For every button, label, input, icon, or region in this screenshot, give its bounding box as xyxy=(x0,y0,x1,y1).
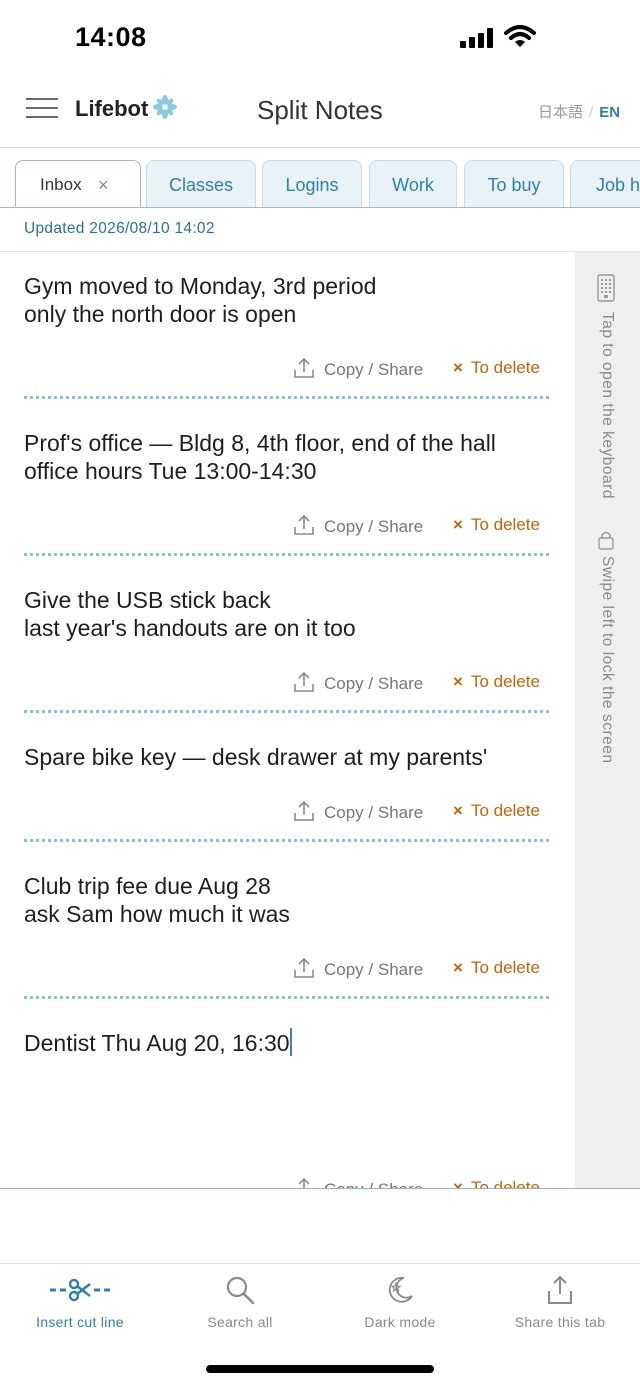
note-actions: Copy / Share ×To delete xyxy=(0,1177,575,1188)
to-delete-button[interactable]: × To delete xyxy=(453,358,540,378)
status-time: 14:08 xyxy=(75,22,147,52)
divider xyxy=(0,1188,640,1189)
cut-line-divider xyxy=(24,996,549,999)
note-text[interactable]: Give the USB stick back last year's hand… xyxy=(24,586,564,642)
note-actions: Copy / Share ×To delete xyxy=(0,357,575,382)
note-actions: Copy / Share ×To delete xyxy=(0,957,575,982)
insert-cut-line-button[interactable]: Insert cut line xyxy=(0,1274,160,1344)
home-indicator xyxy=(206,1365,434,1373)
lang-separator: / xyxy=(589,104,594,121)
to-delete-button[interactable]: × To delete xyxy=(453,672,540,692)
close-tab-icon[interactable]: × xyxy=(98,161,109,207)
share-icon xyxy=(294,357,314,378)
wifi-icon xyxy=(504,25,536,47)
status-bar: 14:08 xyxy=(0,0,640,76)
note-actions: Copy / Share ×To delete xyxy=(0,671,575,696)
page-title: Split Notes xyxy=(257,95,383,125)
tab-label: Inbox xyxy=(40,175,82,194)
to-delete-button[interactable]: × To delete xyxy=(453,958,540,978)
tab-inbox[interactable]: Inbox × xyxy=(15,160,141,207)
note-text[interactable]: Prof's office — Bldg 8, 4th floor, end o… xyxy=(24,429,564,485)
note-actions: Copy / Share ×To delete xyxy=(0,800,575,825)
tab-bar: Inbox × Classes Logins Work To buy Job h xyxy=(0,148,640,208)
cut-line-divider xyxy=(24,839,549,842)
delete-x-icon: × xyxy=(453,958,463,977)
delete-x-icon: × xyxy=(453,1178,463,1188)
tab-job[interactable]: Job h xyxy=(570,160,640,207)
share-icon xyxy=(294,671,314,692)
tab-classes[interactable]: Classes xyxy=(146,160,256,207)
tab-to-buy[interactable]: To buy xyxy=(464,160,564,207)
lock-hint: Swipe left to lock the screen xyxy=(599,556,616,764)
scissors-cut-line-icon xyxy=(50,1278,110,1302)
to-delete-button[interactable]: × To delete xyxy=(453,1178,540,1188)
to-delete-button[interactable]: × To delete xyxy=(453,515,540,535)
flower-logo-icon xyxy=(153,95,177,119)
cellular-signal-icon xyxy=(460,28,493,48)
delete-x-icon: × xyxy=(453,801,463,820)
share-icon xyxy=(294,514,314,535)
language-switcher: 日本語 / EN xyxy=(538,101,620,122)
lang-ja-link[interactable]: 日本語 xyxy=(538,104,583,121)
lock-icon xyxy=(598,531,614,550)
dark-mode-button[interactable]: Dark mode xyxy=(320,1274,480,1344)
to-delete-button[interactable]: × To delete xyxy=(453,801,540,821)
note-text[interactable]: Spare bike key — desk drawer at my paren… xyxy=(24,743,564,771)
tab-work[interactable]: Work xyxy=(369,160,457,207)
keyboard-icon xyxy=(597,274,615,302)
delete-x-icon: × xyxy=(453,358,463,377)
cut-line-divider xyxy=(24,396,549,399)
note-text[interactable]: Dentist Thu Aug 20, 16:30 xyxy=(24,1028,564,1057)
search-all-button[interactable]: Search all xyxy=(160,1274,320,1344)
note-text[interactable]: Club trip fee due Aug 28 ask Sam how muc… xyxy=(24,872,564,928)
delete-x-icon: × xyxy=(453,672,463,691)
cut-line-divider xyxy=(24,553,549,556)
lang-en-link[interactable]: EN xyxy=(599,104,620,121)
delete-x-icon: × xyxy=(453,515,463,534)
share-tab-button[interactable]: Share this tab xyxy=(480,1274,640,1344)
cut-line-divider xyxy=(24,710,549,713)
note-text[interactable]: Gym moved to Monday, 3rd period only the… xyxy=(24,272,564,328)
moon-star-icon xyxy=(388,1276,413,1303)
share-icon xyxy=(298,1177,310,1188)
search-icon xyxy=(226,1276,255,1305)
menu-icon[interactable] xyxy=(26,98,58,120)
keyboard-hint: Tap to open the keyboard xyxy=(599,312,616,499)
app-header: Lifebot Split Notes 日本語 / EN xyxy=(0,76,640,148)
share-icon xyxy=(294,957,314,978)
share-icon xyxy=(294,800,314,821)
notes-list: Gym moved to Monday, 3rd period only the… xyxy=(0,252,575,1188)
updated-timestamp: Updated 2026/08/10 14:02 xyxy=(24,220,215,237)
note-actions: Copy / Share ×To delete xyxy=(0,514,575,539)
text-cursor xyxy=(289,1028,292,1056)
app-logo: Lifebot xyxy=(75,96,149,121)
share-icon xyxy=(548,1275,572,1304)
tab-logins[interactable]: Logins xyxy=(262,160,362,207)
